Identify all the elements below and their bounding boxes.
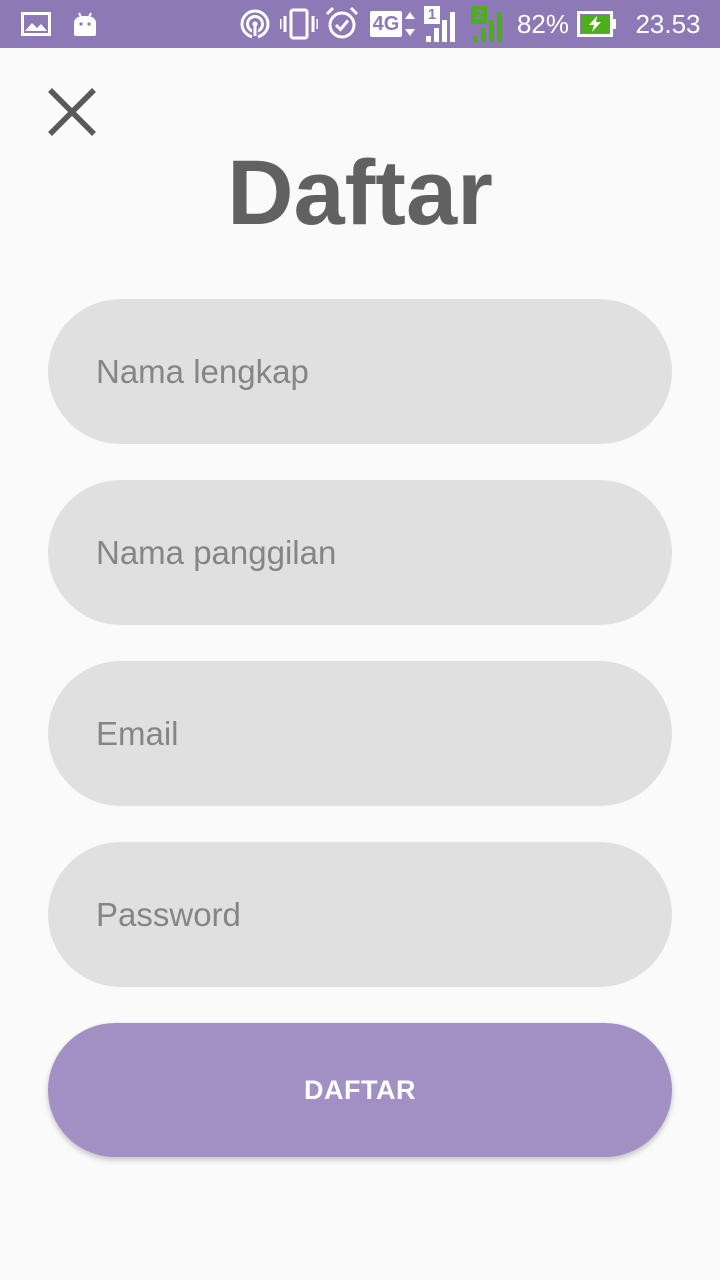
status-time: 23.53 [635,9,701,39]
battery-percent: 82% [516,9,570,39]
close-icon [48,88,96,136]
nickname-field[interactable] [48,480,672,625]
hotspot-icon [238,0,272,48]
network-4g-icon: 4G [368,0,418,48]
android-notification-icon [70,0,100,48]
email-input[interactable] [48,661,672,806]
sim2-signal-icon: 2 [469,0,509,48]
email-field[interactable] [48,661,672,806]
register-button[interactable]: DAFTAR [48,1023,672,1157]
image-notification-icon [20,0,52,48]
password-field[interactable] [48,842,672,987]
status-bar: 4G 1 2 82% 23.53 [0,0,720,48]
register-screen: 4G 1 2 82% 23.53 Daftar Nama lengkap Nam… [0,0,720,1280]
vibrate-icon [280,0,318,48]
network-type-label: 4G [369,11,403,37]
full-name-field[interactable] [48,299,672,444]
battery-charging-icon [576,0,618,48]
close-button[interactable] [38,78,106,146]
sim1-signal-icon: 1 [422,0,462,48]
full-name-input[interactable] [48,299,672,444]
alarm-icon [323,0,361,48]
nickname-input[interactable] [48,480,672,625]
password-input[interactable] [48,842,672,987]
page-title: Daftar [227,142,493,244]
